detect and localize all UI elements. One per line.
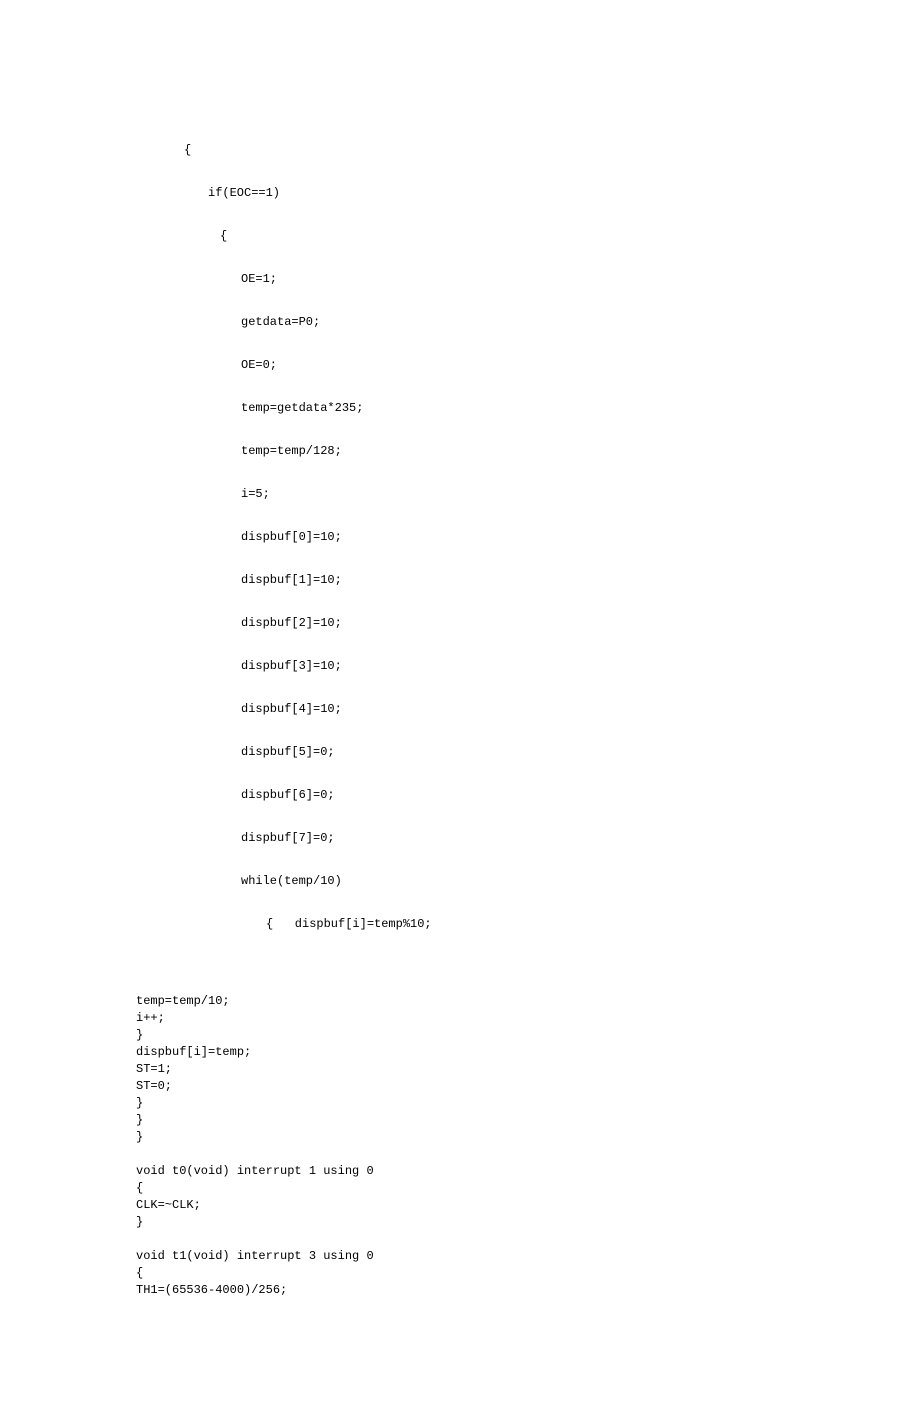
code-line: { dispbuf[i]=temp%10; <box>136 916 800 933</box>
code-line: dispbuf[0]=10; <box>136 529 800 546</box>
code-line: dispbuf[7]=0; <box>136 830 800 847</box>
code-line: dispbuf[i]=temp; <box>136 1044 800 1061</box>
code-line: } <box>136 1095 800 1112</box>
code-line: } <box>136 1112 800 1129</box>
code-line: dispbuf[1]=10; <box>136 572 800 589</box>
code-line <box>136 1231 800 1248</box>
code-line: ST=1; <box>136 1061 800 1078</box>
code-line: OE=0; <box>136 357 800 374</box>
code-line: { <box>136 228 800 245</box>
code-block: { if(EOC==1) { OE=1; getdata=P0; OE=0; temp=ge… <box>136 108 800 1333</box>
code-line: CLK=~CLK; <box>136 1197 800 1214</box>
code-line: dispbuf[4]=10; <box>136 701 800 718</box>
code-line: void t0(void) interrupt 1 using 0 <box>136 1163 800 1180</box>
code-line: } <box>136 1129 800 1146</box>
code-tight-section: temp=temp/10;i++;}dispbuf[i]=temp;ST=1;S… <box>136 993 800 1299</box>
code-line: temp=temp/10; <box>136 993 800 1010</box>
code-line: temp=getdata*235; <box>136 400 800 417</box>
code-line: temp=temp/128; <box>136 443 800 460</box>
code-line: dispbuf[5]=0; <box>136 744 800 761</box>
code-line: TH1=(65536-4000)/256; <box>136 1282 800 1299</box>
code-line: dispbuf[3]=10; <box>136 658 800 675</box>
code-line: dispbuf[2]=10; <box>136 615 800 632</box>
code-line: { <box>136 1180 800 1197</box>
code-line: while(temp/10) <box>136 873 800 890</box>
code-spaced-section: { if(EOC==1) { OE=1; getdata=P0; OE=0; temp=ge… <box>136 142 800 933</box>
code-line: } <box>136 1027 800 1044</box>
code-line: i++; <box>136 1010 800 1027</box>
code-line: void t1(void) interrupt 3 using 0 <box>136 1248 800 1265</box>
code-line: if(EOC==1) <box>136 185 800 202</box>
code-line <box>136 1146 800 1163</box>
document-page: { if(EOC==1) { OE=1; getdata=P0; OE=0; temp=ge… <box>0 0 920 1423</box>
code-line: ST=0; <box>136 1078 800 1095</box>
code-line: OE=1; <box>136 271 800 288</box>
code-line: i=5; <box>136 486 800 503</box>
code-line: { <box>136 1265 800 1282</box>
code-line: getdata=P0; <box>136 314 800 331</box>
code-line: } <box>136 1214 800 1231</box>
code-line: { <box>136 142 800 159</box>
code-line: dispbuf[6]=0; <box>136 787 800 804</box>
